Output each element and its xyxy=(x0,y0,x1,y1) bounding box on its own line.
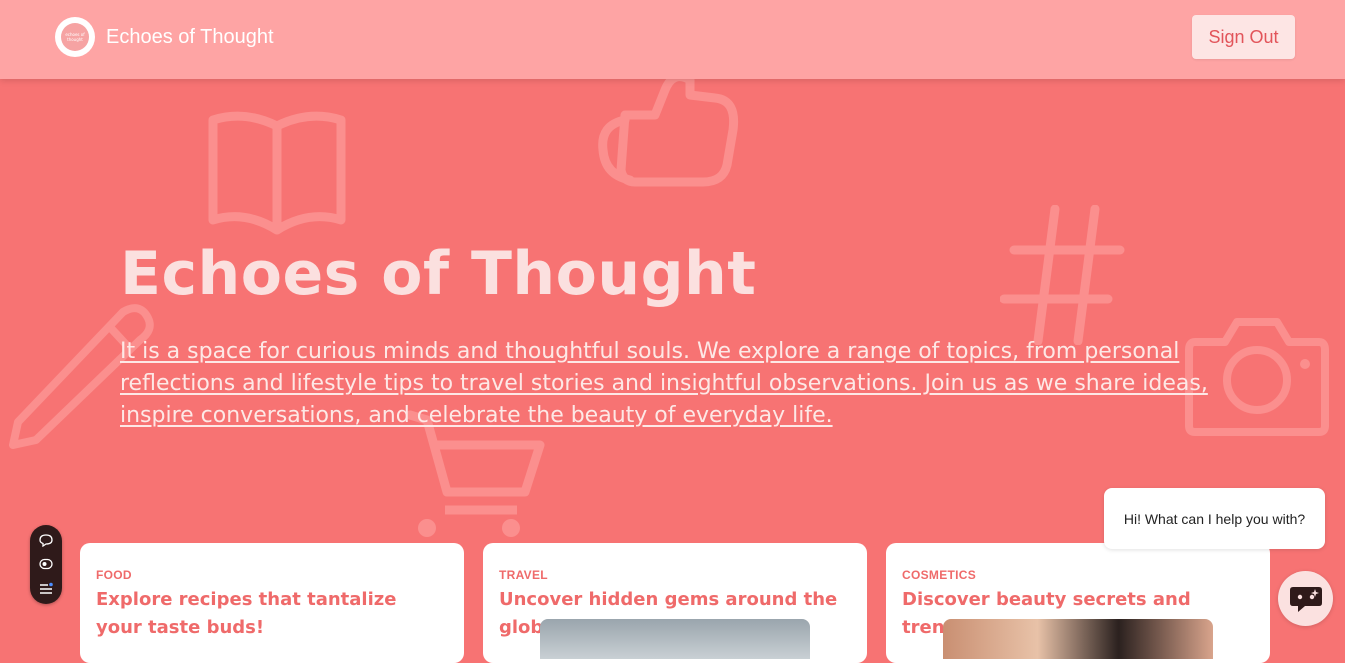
category-card-travel[interactable]: TRAVEL Uncover hidden gems around the gl… xyxy=(483,543,867,663)
category-card-cosmetics[interactable]: COSMETICS Discover beauty secrets and tr… xyxy=(886,543,1270,663)
chat-launcher-button[interactable] xyxy=(1278,571,1333,626)
hero-description[interactable]: It is a space for curious minds and thou… xyxy=(120,336,1230,432)
card-image xyxy=(943,619,1213,659)
comment-icon[interactable] xyxy=(38,533,54,547)
category-card-food[interactable]: FOOD Explore recipes that tantalize your… xyxy=(80,543,464,663)
card-category: FOOD xyxy=(96,568,132,582)
hero-title: Echoes of Thought xyxy=(120,239,757,309)
toggle-icon[interactable] xyxy=(38,557,54,571)
brand-name[interactable]: Echoes of Thought xyxy=(106,25,274,49)
card-category: COSMETICS xyxy=(902,568,977,582)
top-navbar: echoes of thought Echoes of Thought Sign… xyxy=(0,0,1345,79)
chat-bot-icon xyxy=(1289,586,1322,612)
sign-out-button[interactable]: Sign Out xyxy=(1192,15,1295,59)
logo-badge: echoes of thought xyxy=(61,23,89,51)
thumbs-up-icon xyxy=(598,72,739,187)
menu-icon[interactable] xyxy=(38,581,54,595)
book-icon xyxy=(208,111,346,235)
card-image xyxy=(540,619,810,659)
site-logo[interactable]: echoes of thought xyxy=(55,17,95,57)
card-title[interactable]: Explore recipes that tantalize your tast… xyxy=(96,586,448,642)
hashtag-icon xyxy=(1000,205,1125,345)
card-category: TRAVEL xyxy=(499,568,548,582)
floating-toolbar xyxy=(30,525,62,604)
chat-greeting-bubble[interactable]: Hi! What can I help you with? xyxy=(1104,488,1325,549)
